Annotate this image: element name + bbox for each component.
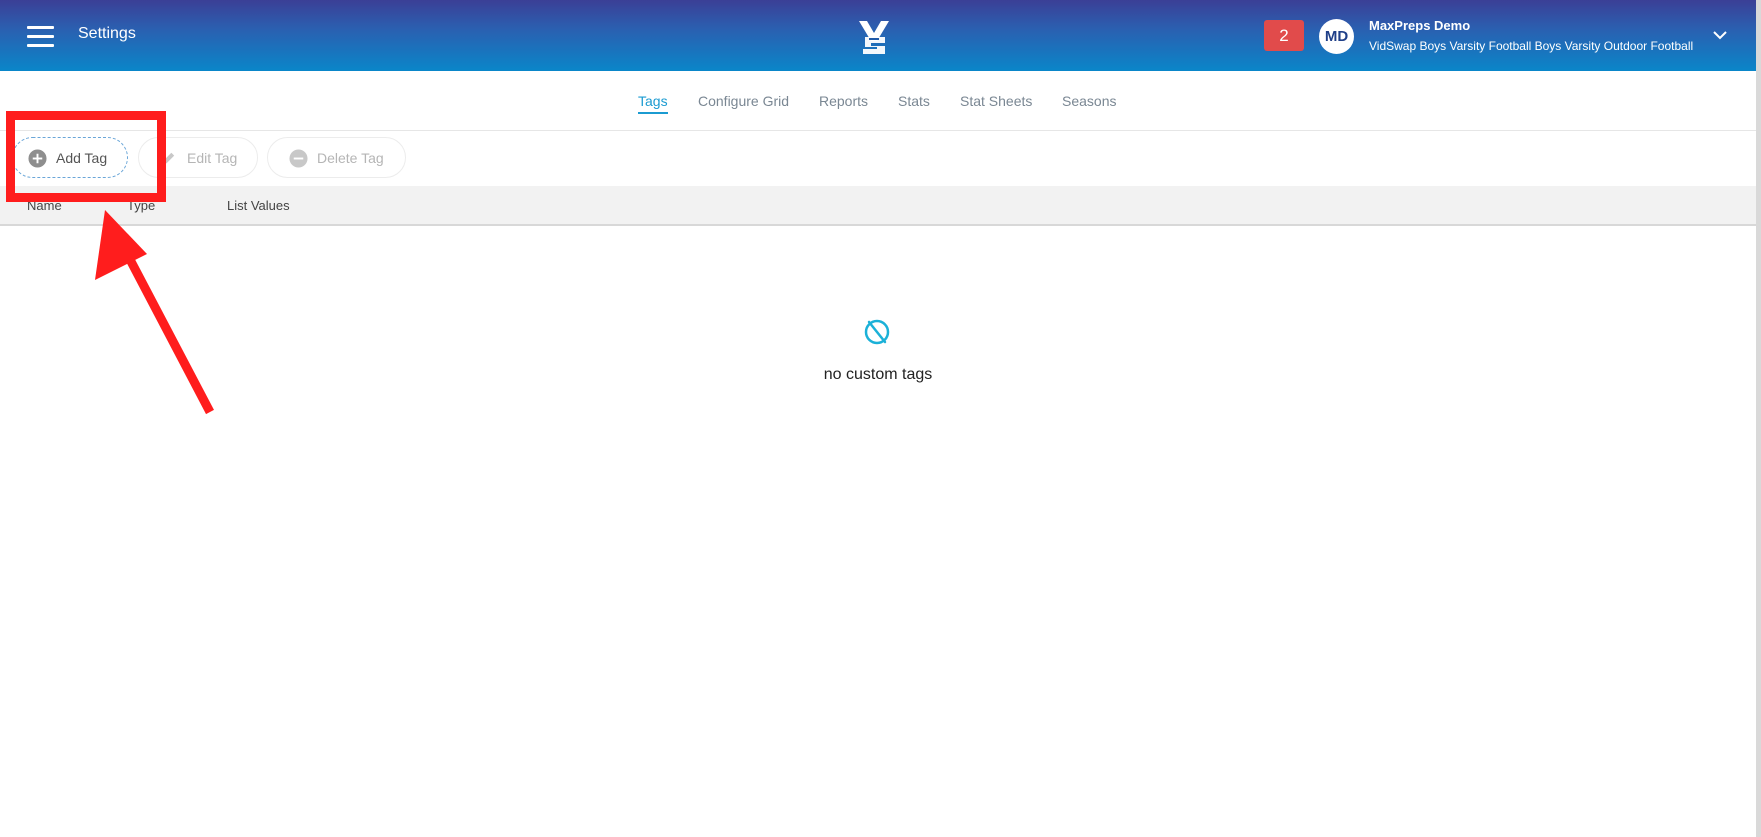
notification-badge[interactable]: 2 xyxy=(1264,20,1304,51)
column-header-name[interactable]: Name xyxy=(27,198,62,213)
settings-tabs: Tags Configure Grid Reports Stats Stat S… xyxy=(0,71,1756,131)
add-tag-label: Add Tag xyxy=(56,150,108,166)
annotation-arrow-icon xyxy=(95,210,214,415)
user-team: VidSwap Boys Varsity Football Boys Varsi… xyxy=(1369,39,1694,53)
column-header-list-values[interactable]: List Values xyxy=(227,198,290,213)
pencil-icon xyxy=(162,152,175,165)
empty-state-message: no custom tags xyxy=(823,366,933,383)
tab-tags[interactable]: Tags xyxy=(638,93,668,114)
menu-icon[interactable] xyxy=(27,25,54,47)
page-title: Settings xyxy=(78,25,136,42)
top-header: Settings 2 MD MaxPreps Demo VidSwap Boys… xyxy=(0,0,1761,71)
tags-table-header: Name Type List Values xyxy=(0,186,1756,226)
avatar[interactable]: MD xyxy=(1319,19,1354,54)
plus-circle-icon xyxy=(28,149,47,168)
edit-tag-button[interactable]: Edit Tag xyxy=(138,137,258,178)
column-header-type[interactable]: Type xyxy=(127,198,155,213)
app-root: Settings 2 MD MaxPreps Demo VidSwap Boys… xyxy=(0,0,1761,837)
chevron-down-icon[interactable] xyxy=(1712,29,1728,41)
tab-seasons[interactable]: Seasons xyxy=(1062,93,1116,109)
user-name: MaxPreps Demo xyxy=(1369,18,1471,33)
tab-stat-sheets[interactable]: Stat Sheets xyxy=(960,93,1032,109)
delete-tag-button[interactable]: Delete Tag xyxy=(267,137,406,178)
window-edge xyxy=(1756,0,1761,837)
tab-configure-grid[interactable]: Configure Grid xyxy=(698,93,789,109)
tag-toolbar: Add Tag Edit Tag Delete Tag xyxy=(0,131,1756,186)
edit-tag-label: Edit Tag xyxy=(187,150,238,166)
add-tag-button[interactable]: Add Tag xyxy=(12,137,128,178)
no-tags-icon xyxy=(864,319,890,345)
tab-stats[interactable]: Stats xyxy=(898,93,930,109)
delete-tag-label: Delete Tag xyxy=(317,150,384,166)
tab-reports[interactable]: Reports xyxy=(819,93,868,109)
minus-circle-icon xyxy=(289,149,308,168)
vidswap-logo-icon xyxy=(859,21,889,54)
